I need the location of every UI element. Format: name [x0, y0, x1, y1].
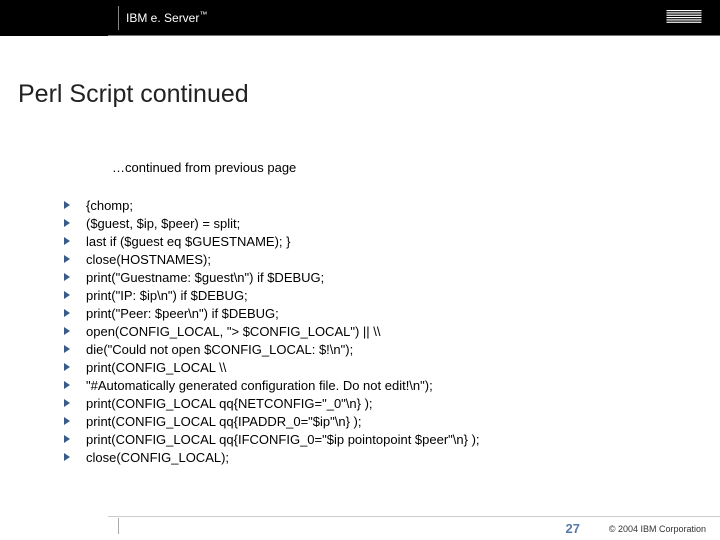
code-line: print(CONFIG_LOCAL qq{IFCONFIG_0="$ip po… [86, 432, 480, 447]
list-item: print("IP: $ip\n") if $DEBUG; [64, 287, 480, 305]
footer-divider [118, 518, 119, 534]
trademark-symbol: ™ [199, 10, 207, 19]
bullet-icon [64, 201, 70, 209]
bullet-icon [64, 453, 70, 461]
code-line: last if ($guest eq $GUESTNAME); } [86, 234, 290, 249]
bullet-icon [64, 399, 70, 407]
code-line: print(CONFIG_LOCAL \\ [86, 360, 226, 375]
list-item: close(CONFIG_LOCAL); [64, 449, 480, 467]
slide-footer: 27 © 2004 IBM Corporation [0, 516, 720, 540]
list-item: print("Guestname: $guest\n") if $DEBUG; [64, 269, 480, 287]
code-line: close(HOSTNAMES); [86, 252, 211, 267]
footer-rule [108, 516, 720, 517]
brand-text: IBM e. Server™ [126, 10, 207, 25]
slide-number: 27 [566, 521, 580, 536]
code-line: print(CONFIG_LOCAL qq{NETCONFIG="_0"\n} … [86, 396, 373, 411]
code-line: print(CONFIG_LOCAL qq{IPADDR_0="$ip"\n} … [86, 414, 361, 429]
list-item: print("Peer: $peer\n") if $DEBUG; [64, 305, 480, 323]
header-rule [108, 35, 720, 36]
list-item: die("Could not open $CONFIG_LOCAL: $!\n"… [64, 341, 480, 359]
copyright-text: © 2004 IBM Corporation [609, 524, 706, 534]
list-item: last if ($guest eq $GUESTNAME); } [64, 233, 480, 251]
bullet-icon [64, 381, 70, 389]
ibm-logo-icon [666, 10, 702, 24]
ibm-logo [666, 10, 702, 27]
bullet-icon [64, 237, 70, 245]
list-item: close(HOSTNAMES); [64, 251, 480, 269]
bullet-icon [64, 309, 70, 317]
bullet-icon [64, 435, 70, 443]
code-line: ($guest, $ip, $peer) = split; [86, 216, 240, 231]
bullet-icon [64, 255, 70, 263]
code-line: print("Peer: $peer\n") if $DEBUG; [86, 306, 279, 321]
brand-label: IBM e. Server [126, 11, 199, 25]
slide-header: IBM e. Server™ [0, 0, 720, 36]
bullet-icon [64, 273, 70, 281]
code-line: print("IP: $ip\n") if $DEBUG; [86, 288, 248, 303]
list-item: ($guest, $ip, $peer) = split; [64, 215, 480, 233]
list-item: print(CONFIG_LOCAL \\ [64, 359, 480, 377]
bullet-icon [64, 327, 70, 335]
list-item: print(CONFIG_LOCAL qq{IFCONFIG_0="$ip po… [64, 431, 480, 449]
code-line: {chomp; [86, 198, 133, 213]
bullet-icon [64, 291, 70, 299]
bullet-icon [64, 363, 70, 371]
bullet-icon [64, 417, 70, 425]
code-line: open(CONFIG_LOCAL, "> $CONFIG_LOCAL") ||… [86, 324, 381, 339]
list-item: print(CONFIG_LOCAL qq{IPADDR_0="$ip"\n} … [64, 413, 480, 431]
list-item: {chomp; [64, 197, 480, 215]
code-line: die("Could not open $CONFIG_LOCAL: $!\n"… [86, 342, 353, 357]
code-list: {chomp; ($guest, $ip, $peer) = split; la… [64, 197, 480, 467]
list-item: "#Automatically generated configuration … [64, 377, 480, 395]
header-divider [118, 6, 119, 30]
page-title: Perl Script continued [18, 80, 249, 109]
bullet-icon [64, 345, 70, 353]
subtitle-text: …continued from previous page [112, 160, 296, 175]
bullet-icon [64, 219, 70, 227]
code-line: print("Guestname: $guest\n") if $DEBUG; [86, 270, 324, 285]
code-line: "#Automatically generated configuration … [86, 378, 433, 393]
code-line: close(CONFIG_LOCAL); [86, 450, 229, 465]
list-item: print(CONFIG_LOCAL qq{NETCONFIG="_0"\n} … [64, 395, 480, 413]
list-item: open(CONFIG_LOCAL, "> $CONFIG_LOCAL") ||… [64, 323, 480, 341]
